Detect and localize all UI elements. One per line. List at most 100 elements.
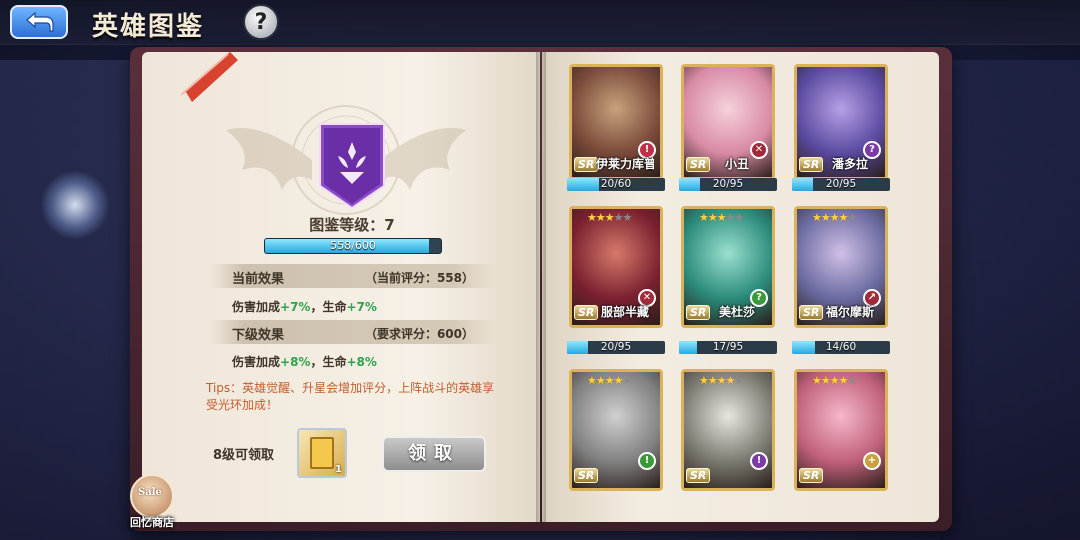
star-icon: ★ xyxy=(812,211,822,224)
required-score: （要求评分：600） xyxy=(364,327,474,341)
hero-name: 伊莱力库普里 xyxy=(596,157,654,171)
hero-shard-progress-text: 20/60 xyxy=(600,178,632,190)
star-rating: ★★★★★ xyxy=(587,211,633,224)
star-icon: ★ xyxy=(604,374,615,387)
star-icon: ★ xyxy=(595,374,606,387)
current-effect-text: 伤害加成+7%，生命+7% xyxy=(232,300,377,314)
hero-card[interactable]: ★★★★★ SR! xyxy=(569,369,663,491)
hero-shard-progress-text: 20/95 xyxy=(712,178,744,190)
reward-item[interactable]: 1 xyxy=(297,428,347,478)
role-icon: ! xyxy=(638,452,656,470)
star-icon: ★ xyxy=(716,211,727,224)
star-rating: ★★★★★ xyxy=(699,211,745,224)
hero-card[interactable]: ★★★★★ SR ✕ 服部半藏 xyxy=(569,206,663,328)
star-icon: ★ xyxy=(622,211,633,224)
star-icon: ★ xyxy=(622,374,633,387)
codex-level-label: 图鉴等级：7 xyxy=(309,216,395,234)
reward-count: 1 xyxy=(335,464,342,475)
star-icon: ★ xyxy=(734,374,745,387)
star-icon: ★ xyxy=(829,374,840,387)
hero-card[interactable]: SR ✕ 小丑 xyxy=(681,64,775,180)
rarity-badge: SR xyxy=(686,305,711,320)
star-icon: ★ xyxy=(829,211,840,224)
next-effect-header: 下级效果 （要求评分：600） xyxy=(210,320,496,344)
star-icon: ★ xyxy=(613,374,624,387)
star-icon: ★ xyxy=(847,374,858,387)
hero-card[interactable]: ★★★★★ SR! xyxy=(681,369,775,491)
star-icon: ★ xyxy=(613,211,624,224)
hero-card[interactable]: ★★★★★ SR ↗ 福尔摩斯 xyxy=(794,206,888,328)
rarity-badge: SR xyxy=(686,468,711,483)
memory-shop-button[interactable]: Sale 回忆商店 xyxy=(124,474,180,540)
top-bar: 英雄图鉴 ? xyxy=(0,0,1080,45)
hero-shard-progress: 20/95 xyxy=(679,178,777,191)
codex-level-progress-text: 558/600 xyxy=(330,239,376,252)
hero-shard-progress: 20/60 xyxy=(567,178,665,191)
star-icon: ★ xyxy=(820,211,831,224)
star-icon: ★ xyxy=(725,374,736,387)
hero-shard-progress: 20/95 xyxy=(567,341,665,354)
codex-level-emblem-icon xyxy=(319,123,385,210)
hero-card[interactable]: ★★★★★ SR? 美杜莎 xyxy=(681,206,775,328)
reward-level-label: 8级可领取 xyxy=(213,448,275,463)
page-title: 英雄图鉴 xyxy=(92,12,205,42)
rarity-badge: SR xyxy=(574,305,599,320)
star-icon: ★ xyxy=(725,211,736,224)
rarity-badge: SR xyxy=(574,468,599,483)
star-icon: ★ xyxy=(707,374,718,387)
role-icon: ! xyxy=(750,452,768,470)
rarity-badge: SR xyxy=(574,157,599,172)
star-icon: ★ xyxy=(838,374,849,387)
back-arrow-icon xyxy=(26,11,54,32)
hero-card[interactable]: SR? 潘多拉 xyxy=(794,64,888,180)
hero-name: 美杜莎 xyxy=(718,305,755,319)
star-rating: ★★★★★ xyxy=(699,374,745,387)
star-icon: ★ xyxy=(734,211,745,224)
codex-level-progress-bar: 558/600 xyxy=(264,238,442,254)
next-effect-text: 伤害加成+8%，生命+8% xyxy=(232,355,377,369)
current-effect-header: 当前效果 （当前评分：558） xyxy=(210,264,496,288)
back-button[interactable] xyxy=(10,5,68,39)
bookmark-ribbon-icon xyxy=(180,52,238,102)
rarity-badge: SR xyxy=(799,305,824,320)
star-icon: ★ xyxy=(716,374,727,387)
star-icon: ★ xyxy=(699,211,709,224)
star-icon: ★ xyxy=(587,211,597,224)
hero-shard-progress: 14/60 xyxy=(792,341,890,354)
hero-name: 小丑 xyxy=(724,157,749,171)
current-score: （当前评分：558） xyxy=(364,271,474,285)
rarity-badge: SR xyxy=(799,468,824,483)
background-right xyxy=(940,60,1080,540)
rarity-badge: SR xyxy=(799,157,824,172)
claim-button[interactable]: 领取 xyxy=(382,436,486,472)
background-castle xyxy=(0,60,130,540)
book-spine xyxy=(536,52,546,522)
hero-card[interactable]: SR!伊莱力库普里 xyxy=(569,64,663,180)
hero-shard-progress-text: 20/95 xyxy=(600,341,632,353)
hero-card[interactable]: ★★★★★ SR + xyxy=(794,369,888,491)
hero-shard-progress: 17/95 xyxy=(679,341,777,354)
star-icon: ★ xyxy=(587,374,597,387)
star-icon: ★ xyxy=(847,211,858,224)
star-rating: ★★★★★ xyxy=(587,374,633,387)
help-button[interactable]: ? xyxy=(243,4,279,40)
hero-shard-progress-text: 17/95 xyxy=(712,341,744,353)
star-rating: ★★★★★ xyxy=(812,374,858,387)
sale-badge: Sale xyxy=(138,487,162,498)
hero-shard-progress: 20/95 xyxy=(792,178,890,191)
star-icon: ★ xyxy=(838,211,849,224)
star-icon: ★ xyxy=(812,374,822,387)
star-icon: ★ xyxy=(820,374,831,387)
current-effect-title: 当前效果 xyxy=(232,272,285,287)
background-lamp xyxy=(40,170,110,240)
rarity-badge: SR xyxy=(686,157,711,172)
hero-shard-progress-text: 14/60 xyxy=(825,341,857,353)
hero-card-icon xyxy=(310,437,334,469)
help-icon: ? xyxy=(254,9,268,35)
hero-name: 福尔摩斯 xyxy=(825,305,874,319)
memory-shop-label: 回忆商店 xyxy=(130,516,174,529)
next-effect-title: 下级效果 xyxy=(232,328,285,343)
hero-shard-progress-text: 20/95 xyxy=(825,178,857,190)
star-icon: ★ xyxy=(595,211,606,224)
star-icon: ★ xyxy=(707,211,718,224)
